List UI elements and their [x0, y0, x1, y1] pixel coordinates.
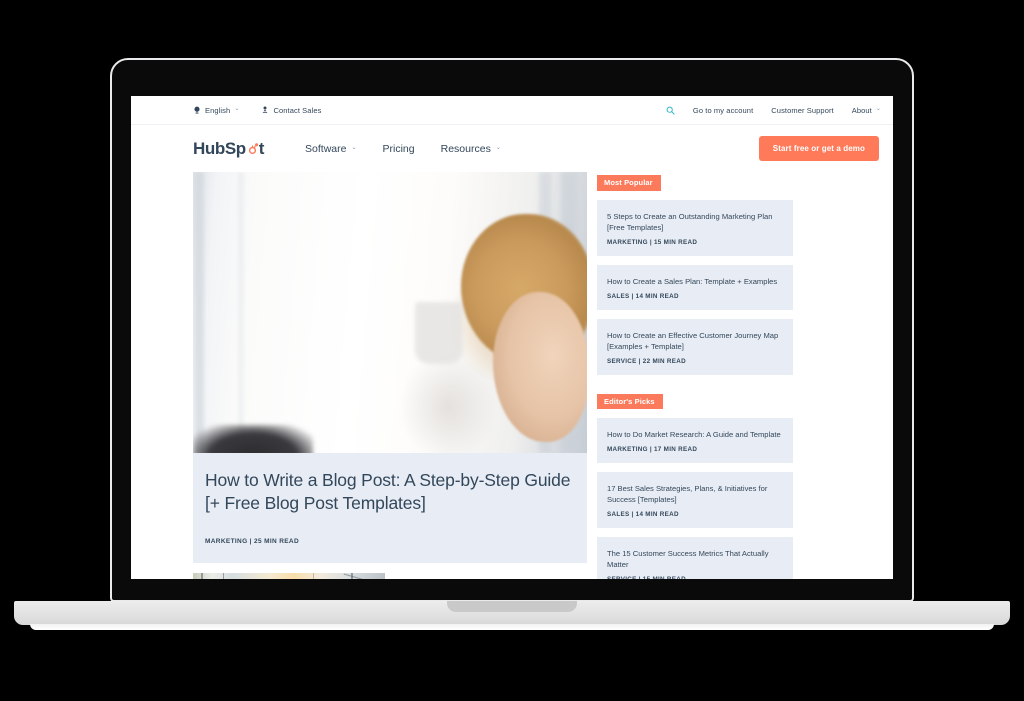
sidebar-card-meta: SERVICE | 15 MIN READ [607, 576, 783, 579]
main-navigation: HubSp t Software ⌄ Pricing Resources ⌄ S… [131, 124, 893, 172]
sidebar-card-title: How to Do Market Research: A Guide and T… [607, 430, 781, 439]
editors-picks-badge: Editor's Picks [597, 393, 663, 409]
nav-item-resources[interactable]: Resources ⌄ [441, 143, 501, 155]
utility-bar: English ⌄ Contact Sales Go to my account… [131, 96, 893, 124]
featured-article-body: How to Write a Blog Post: A Step-by-Step… [193, 453, 587, 563]
nav-links: Software ⌄ Pricing Resources ⌄ [305, 143, 501, 155]
featured-article-title: How to Write a Blog Post: A Step-by-Step… [205, 470, 571, 514]
sidebar: Most Popular 5 Steps to Create an Outsta… [597, 172, 793, 579]
language-selector[interactable]: English ⌄ [193, 106, 239, 115]
chevron-down-icon: ⌄ [495, 144, 501, 151]
laptop-screen: English ⌄ Contact Sales Go to my account… [131, 96, 893, 579]
sidebar-card-title: 5 Steps to Create an Outstanding Marketi… [607, 211, 773, 232]
hubspot-logo[interactable]: HubSp t [193, 139, 264, 159]
page-content: How to Write a Blog Post: A Step-by-Step… [131, 172, 893, 579]
search-icon[interactable] [666, 106, 675, 115]
secondary-article-row [193, 572, 587, 579]
person-shoulder [193, 425, 313, 453]
most-popular-badge: Most Popular [597, 175, 661, 191]
webpage: English ⌄ Contact Sales Go to my account… [131, 96, 893, 579]
nav-item-pricing[interactable]: Pricing [383, 143, 415, 155]
sidebar-card-meta: SALES | 14 MIN READ [607, 511, 679, 518]
sidebar-card[interactable]: How to Create an Effective Customer Jour… [597, 318, 793, 375]
utility-bar-left: English ⌄ Contact Sales [193, 106, 321, 115]
nav-item-software[interactable]: Software ⌄ [305, 143, 356, 155]
person-download-icon [261, 106, 269, 114]
sidebar-card[interactable]: 5 Steps to Create an Outstanding Marketi… [597, 199, 793, 256]
sidebar-card-title: How to Create an Effective Customer Jour… [607, 330, 779, 351]
sidebar-card-meta: SERVICE | 22 MIN READ [607, 357, 686, 365]
start-free-or-get-a-demo-button[interactable]: Start free or get a demo [758, 136, 879, 161]
sidebar-section-editors-picks: Editor's Picks How to Do Market Research… [597, 391, 793, 579]
person-face [493, 292, 587, 442]
sidebar-card[interactable]: How to Create a Sales Plan: Template + E… [597, 264, 793, 310]
featured-article-card[interactable]: How to Write a Blog Post: A Step-by-Step… [193, 172, 587, 563]
sidebar-card-title: The 15 Customer Success Metrics That Act… [607, 549, 769, 569]
nav-item-pricing-label: Pricing [382, 142, 415, 155]
chevron-down-icon: ⌄ [234, 106, 240, 112]
sidebar-card-meta: MARKETING | 15 MIN READ [607, 238, 698, 246]
go-to-my-account-link[interactable]: Go to my account [693, 106, 753, 115]
utility-bar-right: Go to my account Customer Support About … [666, 106, 881, 115]
coffee-mug [415, 302, 463, 364]
about-menu[interactable]: About ⌄ [852, 106, 881, 115]
laptop-base-notch [447, 601, 577, 612]
contact-sales-label: Contact Sales [273, 105, 322, 115]
logo-text-last: t [258, 138, 265, 158]
globe-icon [193, 106, 201, 114]
nav-item-software-label: Software [305, 142, 347, 155]
sidebar-card[interactable]: The 15 Customer Success Metrics That Act… [597, 537, 793, 579]
about-label: About [851, 105, 872, 115]
customer-support-link[interactable]: Customer Support [771, 106, 833, 115]
nav-item-resources-label: Resources [440, 142, 491, 155]
sidebar-section-most-popular: Most Popular 5 Steps to Create an Outsta… [597, 172, 793, 375]
sidebar-card[interactable]: 17 Best Sales Strategies, Plans, & Initi… [597, 472, 793, 528]
featured-article-image [193, 172, 587, 453]
laptop-base-lip [30, 624, 994, 630]
hubspot-sprocket-icon [246, 140, 259, 154]
featured-column: How to Write a Blog Post: A Step-by-Step… [193, 172, 587, 579]
screenshot-stage: English ⌄ Contact Sales Go to my account… [0, 0, 1024, 701]
sidebar-card-title: How to Create a Sales Plan: Template + E… [607, 276, 778, 286]
secondary-article-thumbnail[interactable] [193, 572, 385, 579]
language-label: English [205, 105, 231, 115]
sidebar-card-meta: MARKETING | 17 MIN READ [607, 446, 698, 453]
contact-sales-link[interactable]: Contact Sales [261, 106, 321, 115]
featured-article-meta: MARKETING | 25 MIN READ [205, 537, 300, 545]
chevron-down-icon: ⌄ [875, 106, 881, 112]
sidebar-card-title: 17 Best Sales Strategies, Plans, & Initi… [607, 484, 768, 504]
logo-text-first: HubSp [193, 138, 246, 158]
chevron-down-icon: ⌄ [351, 144, 357, 151]
sidebar-card-meta: SALES | 14 MIN READ [607, 292, 679, 300]
sidebar-card[interactable]: How to Do Market Research: A Guide and T… [597, 418, 793, 463]
